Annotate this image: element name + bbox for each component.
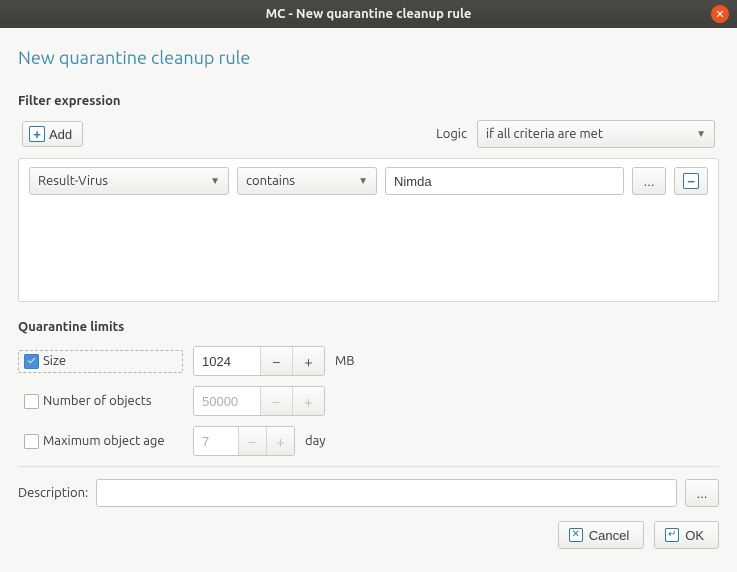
count-check-wrap[interactable]: Number of objects — [18, 390, 183, 413]
age-input — [194, 427, 238, 455]
dialog-footer: ✕ Cancel ↵ OK — [18, 521, 719, 549]
chevron-down-icon: ▼ — [200, 175, 220, 187]
size-increment-button[interactable]: + — [292, 347, 324, 375]
size-check-wrap[interactable]: Size — [18, 350, 183, 373]
plus-icon: + — [29, 126, 45, 142]
limit-row-age: Maximum object age − + day — [18, 426, 719, 456]
cancel-button-label: Cancel — [589, 528, 629, 543]
dialog-content: New quarantine cleanup rule Filter expre… — [0, 28, 737, 561]
filter-section-label: Filter expression — [18, 94, 719, 108]
age-increment-button: + — [266, 427, 294, 455]
criterion-browse-button[interactable]: ... — [632, 167, 666, 195]
count-input — [194, 387, 260, 415]
count-checkbox[interactable] — [24, 394, 39, 409]
limits-section-label: Quarantine limits — [18, 320, 719, 334]
cancel-icon: ✕ — [569, 528, 583, 542]
description-row: Description: ... — [18, 479, 719, 507]
add-button-label: Add — [49, 127, 72, 142]
ellipsis-icon: ... — [697, 486, 708, 501]
logic-select-value: if all criteria are met — [486, 127, 603, 141]
cancel-button[interactable]: ✕ Cancel — [558, 521, 644, 549]
count-increment-button: + — [292, 387, 324, 415]
age-spinner: − + — [193, 426, 295, 456]
criterion-value-input[interactable] — [385, 167, 624, 195]
criterion-operator-value: contains — [246, 174, 295, 188]
logic-select[interactable]: if all criteria are met ▼ — [477, 120, 715, 148]
size-input[interactable] — [194, 347, 260, 375]
ellipsis-icon: ... — [644, 174, 655, 189]
filter-toolbar: + Add Logic if all criteria are met ▼ — [18, 120, 719, 148]
age-checkbox[interactable] — [24, 434, 39, 449]
count-spinner: − + — [193, 386, 325, 416]
limits-section: Quarantine limits Size − + MB Number of … — [18, 320, 719, 456]
size-unit: MB — [335, 354, 355, 368]
chevron-down-icon: ▼ — [686, 128, 706, 140]
count-decrement-button: − — [260, 387, 292, 415]
chevron-down-icon: ▼ — [348, 175, 368, 187]
size-spinner[interactable]: − + — [193, 346, 325, 376]
ok-icon: ↵ — [665, 528, 679, 542]
size-decrement-button[interactable]: − — [260, 347, 292, 375]
divider — [18, 466, 719, 467]
count-label: Number of objects — [43, 394, 152, 408]
titlebar: MC - New quarantine cleanup rule ✕ — [0, 0, 737, 28]
ok-button-label: OK — [685, 528, 704, 543]
criteria-row: Result-Virus ▼ contains ▼ ... − — [29, 167, 708, 195]
age-unit: day — [305, 434, 326, 448]
add-criterion-button[interactable]: + Add — [22, 121, 83, 147]
window-title: MC - New quarantine cleanup rule — [0, 7, 737, 21]
criterion-field-value: Result-Virus — [38, 174, 108, 188]
page-title: New quarantine cleanup rule — [18, 48, 719, 68]
criterion-operator-select[interactable]: contains ▼ — [237, 167, 377, 195]
minus-icon: − — [683, 173, 699, 189]
criterion-field-select[interactable]: Result-Virus ▼ — [29, 167, 229, 195]
ok-button[interactable]: ↵ OK — [654, 521, 719, 549]
logic-label: Logic — [436, 127, 467, 141]
description-browse-button[interactable]: ... — [685, 479, 719, 507]
limit-row-count: Number of objects − + — [18, 386, 719, 416]
description-input[interactable] — [96, 479, 677, 507]
age-decrement-button: − — [238, 427, 266, 455]
close-icon[interactable]: ✕ — [711, 5, 729, 23]
age-check-wrap[interactable]: Maximum object age — [18, 430, 183, 453]
size-checkbox[interactable] — [24, 354, 39, 369]
remove-criterion-button[interactable]: − — [674, 167, 708, 195]
size-label: Size — [43, 354, 66, 368]
criteria-list: Result-Virus ▼ contains ▼ ... − — [18, 158, 719, 302]
age-label: Maximum object age — [43, 434, 165, 448]
description-label: Description: — [18, 486, 88, 500]
limit-row-size: Size − + MB — [18, 346, 719, 376]
